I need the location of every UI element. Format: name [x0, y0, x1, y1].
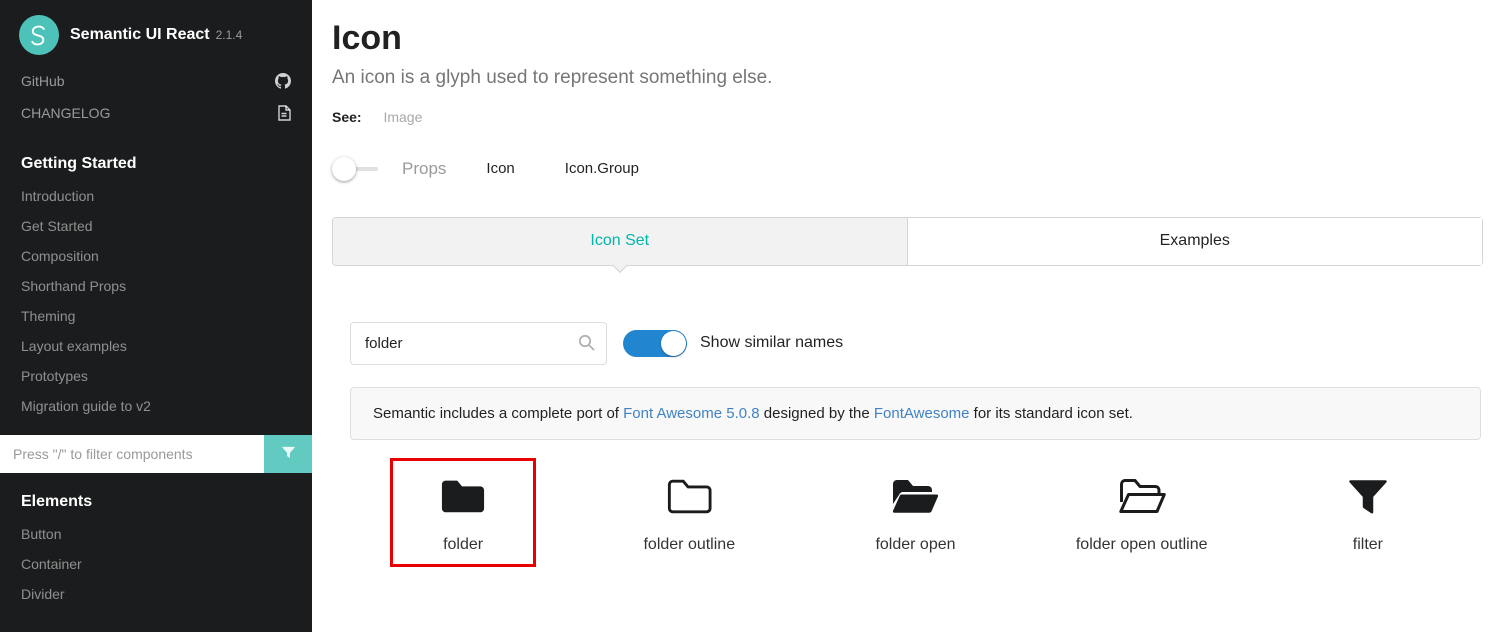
icon-label-folder-outline: folder outline: [643, 536, 735, 554]
section-heading-elements: Elements: [0, 483, 312, 519]
icon-cell-folder[interactable]: folder: [350, 458, 576, 567]
component-filter-input[interactable]: [0, 435, 264, 473]
icon-cell-folder-open-outline[interactable]: folder open outline: [1029, 458, 1255, 567]
sidebar-item-theming[interactable]: Theming: [0, 301, 312, 331]
page-title: Icon: [332, 18, 1483, 59]
see-also-row: See: Image: [332, 109, 1483, 125]
font-awesome-message: Semantic includes a complete port of Fon…: [350, 387, 1481, 440]
github-link-label: GitHub: [21, 73, 65, 89]
filter-icon: [1347, 473, 1389, 519]
sidebar-item-layout-examples[interactable]: Layout examples: [0, 331, 312, 361]
props-toggle-label: Props: [402, 159, 446, 179]
page-subtitle: An icon is a glyph used to represent som…: [332, 67, 1483, 89]
semantic-ui-logo-icon: [19, 15, 59, 55]
icon-label-folder-open-outline: folder open outline: [1076, 536, 1208, 554]
props-row: Props Icon Icon.Group: [332, 157, 1483, 181]
tab-icon-set-label: Icon Set: [590, 232, 649, 250]
main-content: Icon An icon is a glyph used to represen…: [312, 0, 1499, 632]
sidebar-item-button[interactable]: Button: [0, 519, 312, 549]
app-logo-row[interactable]: Semantic UI React 2.1.4: [0, 0, 312, 65]
changelog-link-label: CHANGELOG: [21, 105, 110, 121]
app-title: Semantic UI React: [70, 26, 210, 43]
folder-outline-icon: [666, 473, 712, 519]
tab-examples[interactable]: Examples: [908, 218, 1483, 265]
sidebar-item-prototypes[interactable]: Prototypes: [0, 361, 312, 391]
tab-icon-set[interactable]: Icon Set: [333, 218, 908, 265]
sidebar-item-changelog[interactable]: CHANGELOG: [0, 97, 312, 129]
sidebar-item-introduction[interactable]: Introduction: [0, 181, 312, 211]
icon-label-folder-open: folder open: [875, 536, 955, 554]
icon-label-filter: filter: [1353, 536, 1383, 554]
tab-examples-label: Examples: [1160, 232, 1230, 250]
sidebar-item-divider[interactable]: Divider: [0, 579, 312, 609]
sidebar-item-composition[interactable]: Composition: [0, 241, 312, 271]
sidebar-item-github[interactable]: GitHub: [0, 65, 312, 97]
props-menu-item-icon[interactable]: Icon: [486, 160, 514, 177]
tab-menu: Icon Set Examples: [332, 217, 1483, 266]
font-awesome-link[interactable]: FontAwesome: [874, 405, 970, 422]
props-menu-item-icon-group[interactable]: Icon.Group: [565, 160, 639, 177]
folder-open-icon: [891, 473, 939, 519]
show-similar-names-toggle-knob: [661, 331, 686, 356]
section-heading-getting-started: Getting Started: [0, 145, 312, 181]
icon-set-panel: Show similar names Semantic includes a c…: [332, 266, 1483, 567]
font-awesome-version-link[interactable]: Font Awesome 5.0.8: [623, 405, 759, 422]
sidebar-item-shorthand-props[interactable]: Shorthand Props: [0, 271, 312, 301]
show-similar-names-label: Show similar names: [700, 334, 843, 352]
message-text-3: for its standard icon set.: [970, 405, 1133, 422]
props-toggle-knob: [332, 157, 356, 181]
selection-highlight-box: folder: [390, 458, 536, 567]
message-text-1: Semantic includes a complete port of: [373, 405, 623, 422]
component-filter: [0, 435, 312, 473]
icon-cell-filter[interactable]: filter: [1255, 458, 1481, 567]
props-menu: Icon Icon.Group: [486, 160, 639, 177]
search-icon: [578, 334, 595, 356]
props-toggle[interactable]: [332, 157, 378, 181]
message-text-2: designed by the: [760, 405, 874, 422]
sidebar-item-migration-guide[interactable]: Migration guide to v2: [0, 391, 312, 421]
changelog-file-icon: [277, 105, 291, 121]
icon-label-folder: folder: [443, 536, 483, 554]
icon-cell-folder-open[interactable]: folder open: [802, 458, 1028, 567]
show-similar-names-toggle[interactable]: [623, 330, 687, 357]
github-icon: [275, 73, 291, 89]
folder-open-outline-icon: [1118, 473, 1166, 519]
filter-funnel-icon: [281, 445, 296, 463]
sidebar-item-get-started[interactable]: Get Started: [0, 211, 312, 241]
app-version: 2.1.4: [216, 28, 243, 42]
sidebar: Semantic UI React2.1.4 GitHub CHANGELOG …: [0, 0, 312, 632]
icon-search-input[interactable]: [350, 322, 607, 365]
see-label: See:: [332, 109, 362, 125]
icon-grid: folder folder outline: [350, 458, 1481, 567]
folder-icon: [440, 473, 486, 519]
see-link-image[interactable]: Image: [383, 109, 422, 125]
icon-search-row: Show similar names: [350, 322, 1481, 365]
component-filter-button[interactable]: [264, 435, 312, 473]
sidebar-item-container[interactable]: Container: [0, 549, 312, 579]
icon-cell-folder-outline[interactable]: folder outline: [576, 458, 802, 567]
